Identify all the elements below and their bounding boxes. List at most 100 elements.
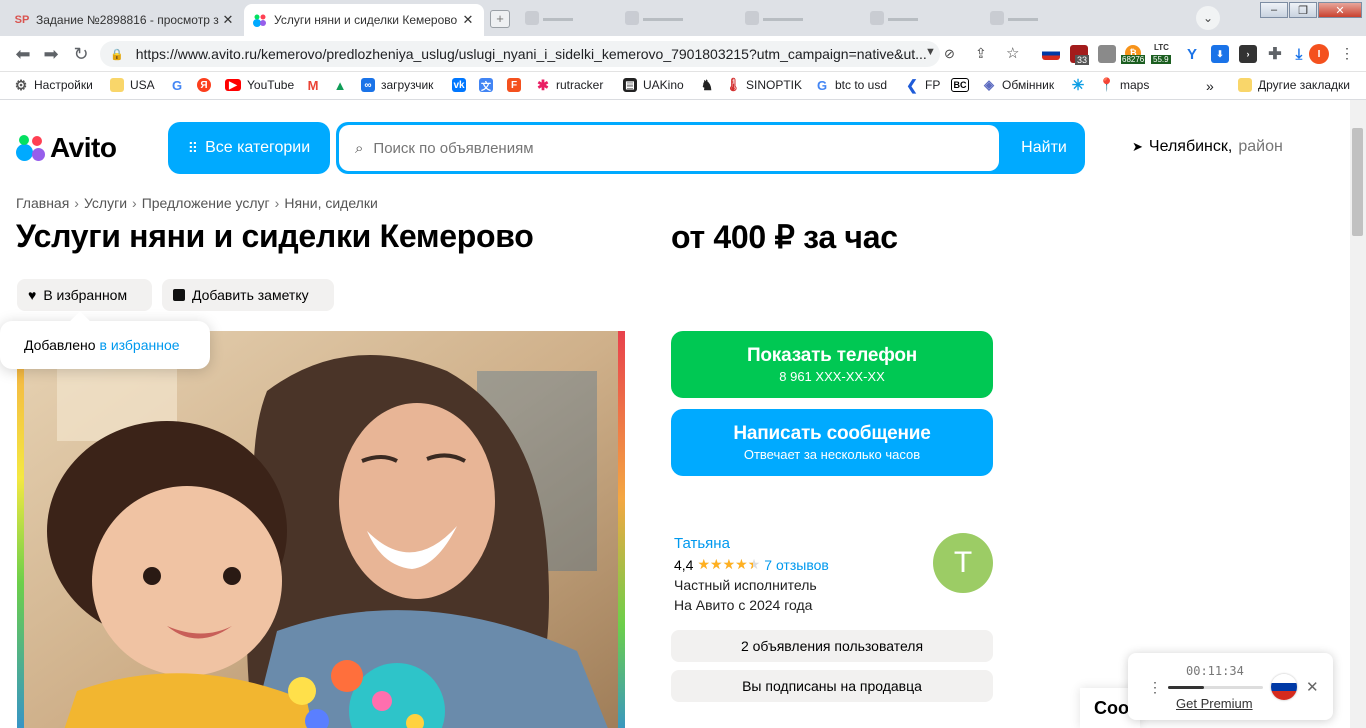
minimize-button[interactable]: – bbox=[1260, 2, 1288, 18]
new-tab-button[interactable]: + bbox=[490, 10, 510, 28]
bookmark-uakino[interactable]: ▤ UAKino bbox=[623, 78, 684, 92]
profile-avatar[interactable]: I bbox=[1309, 44, 1329, 64]
forward-arrow-icon[interactable]: ➡ bbox=[40, 44, 62, 65]
subscribed-to-seller-button[interactable]: Вы подписаны на продавца bbox=[671, 670, 993, 702]
search-input[interactable] bbox=[373, 139, 934, 157]
avito-logo-dots-icon bbox=[16, 134, 46, 162]
bookmark-walmart[interactable]: ✳ bbox=[1071, 77, 1085, 94]
breadcrumb-separator: › bbox=[74, 195, 79, 211]
seller-avatar[interactable]: Т bbox=[933, 533, 993, 593]
breadcrumb: Главная › Услуги › Предложение услуг › Н… bbox=[16, 195, 378, 211]
lock-icon: 🔒 bbox=[110, 48, 124, 61]
bookmark-google[interactable]: G bbox=[170, 78, 184, 93]
y-extension-icon[interactable]: Y bbox=[1183, 45, 1201, 63]
breadcrumb-service-offers[interactable]: Предложение услуг bbox=[142, 195, 270, 211]
rating-value: 4,4 bbox=[674, 556, 694, 573]
search-field[interactable]: ⌕ bbox=[339, 125, 999, 171]
bookmark-rutracker[interactable]: ✱ rutracker bbox=[536, 77, 603, 93]
extensions-puzzle-icon[interactable]: ✚ bbox=[1266, 45, 1284, 63]
maximize-button[interactable]: ❐ bbox=[1289, 2, 1317, 18]
grid-dots-icon: ⠿ bbox=[187, 139, 198, 156]
avito-logo[interactable]: Avito bbox=[16, 132, 117, 164]
bookmarks-bar: ⚙ Настройки USA G Я ▶ YouTube M ▲ ∞ загрузч… bbox=[0, 72, 1366, 100]
search-button[interactable]: Найти bbox=[1004, 125, 1084, 171]
infinity-icon: ∞ bbox=[361, 78, 375, 92]
menu-dots-icon[interactable]: ⋮ bbox=[1340, 45, 1354, 62]
folder-icon bbox=[1238, 78, 1252, 92]
bookmark-vk[interactable]: vk bbox=[452, 78, 466, 92]
seller-rating: 4,4 ★★★★★★★★★★ 7 отзывов bbox=[674, 556, 829, 573]
reload-icon[interactable]: ↻ bbox=[70, 44, 92, 65]
page-scrollbar-thumb[interactable] bbox=[1352, 128, 1363, 236]
breadcrumb-services[interactable]: Услуги bbox=[84, 195, 127, 211]
bookmark-fp[interactable]: ❮ FP bbox=[905, 77, 940, 93]
seller-since: На Авито с 2024 года bbox=[674, 597, 813, 613]
russia-flag-icon[interactable] bbox=[1042, 47, 1060, 60]
gear-icon: ⚙ bbox=[14, 76, 28, 93]
bookmark-youtube[interactable]: ▶ YouTube bbox=[225, 78, 294, 92]
ghost-tab: ▬▬▬ bbox=[525, 9, 573, 27]
russia-flag-icon[interactable] bbox=[1271, 674, 1297, 700]
seller-ads-button[interactable]: 2 объявления пользователя bbox=[671, 630, 993, 662]
bookmark-bc[interactable]: BC bbox=[951, 78, 969, 92]
bookmark-usa[interactable]: USA bbox=[110, 78, 155, 92]
dropdown-icon[interactable]: ▼ bbox=[925, 46, 936, 58]
all-categories-button[interactable]: ⠿ Все категории bbox=[168, 122, 330, 174]
location-selector[interactable]: ➤ Челябинск, район bbox=[1132, 138, 1283, 156]
bookmark-btc-to-usd[interactable]: Gbtc to usd bbox=[815, 78, 887, 93]
breadcrumb-home[interactable]: Главная bbox=[16, 195, 69, 211]
reviews-link[interactable]: 7 отзывов bbox=[764, 557, 829, 573]
bookmark-gmail[interactable]: M bbox=[306, 78, 320, 93]
bookmark-sinoptik[interactable]: 🌡 SINOPTIK bbox=[725, 77, 802, 92]
bookmark-maps[interactable]: 📍 maps bbox=[1099, 77, 1149, 92]
address-bar[interactable]: 🔒 https://www.avito.ru/kemerovo/predlozh… bbox=[100, 41, 940, 67]
favorite-added-tooltip: Добавлено в избранное bbox=[0, 321, 210, 369]
downloads-icon[interactable]: ⤓ bbox=[1290, 45, 1308, 63]
breadcrumb-nannies[interactable]: Няни, сиделки bbox=[284, 195, 377, 211]
youtube-icon: ▶ bbox=[225, 79, 241, 91]
tab-close-icon[interactable]: ✕ bbox=[220, 12, 236, 28]
player-close-icon[interactable]: ✕ bbox=[1306, 678, 1319, 696]
add-note-button[interactable]: Добавить заметку bbox=[162, 279, 334, 311]
tooltip-favorites-link[interactable]: в избранное bbox=[100, 337, 180, 353]
listing-photo[interactable] bbox=[17, 331, 625, 728]
tab-search-icon[interactable]: ⌄ bbox=[1196, 6, 1220, 30]
player-progress-track[interactable] bbox=[1168, 686, 1263, 689]
seller-name-link[interactable]: Татьяна bbox=[674, 535, 730, 552]
back-arrow-icon[interactable]: ⬅ bbox=[12, 44, 34, 65]
briefcase-icon[interactable] bbox=[1098, 45, 1116, 63]
show-phone-button[interactable]: Показать телефон 8 961 XXX-XX-XX bbox=[671, 331, 993, 398]
close-window-button[interactable]: ✕ bbox=[1318, 2, 1362, 18]
bookmark-chess[interactable]: ♞ bbox=[700, 77, 714, 93]
tab-close-icon[interactable]: ✕ bbox=[460, 12, 476, 28]
bookmark-yandex[interactable]: Я bbox=[197, 78, 211, 92]
bookmark-drive[interactable]: ▲ bbox=[333, 78, 347, 93]
bookmark-translate[interactable]: 文 bbox=[479, 78, 493, 93]
bookmark-downloader[interactable]: ∞ загрузчик bbox=[361, 78, 433, 92]
listing-price: от 400 ₽ за час bbox=[671, 219, 898, 255]
camera-blocked-icon[interactable]: ⊘ bbox=[944, 46, 955, 62]
get-premium-link[interactable]: Get Premium bbox=[1176, 696, 1253, 711]
download-box-icon[interactable]: ⬇ bbox=[1211, 45, 1229, 63]
bookmark-exchanger[interactable]: ◈ Обмінник bbox=[982, 77, 1054, 92]
share-icon[interactable]: ⇪ bbox=[975, 45, 987, 62]
bookmark-settings[interactable]: ⚙ Настройки bbox=[14, 76, 93, 93]
player-menu-icon[interactable]: ⋮ bbox=[1148, 679, 1162, 696]
tab-zadanie[interactable]: SP Задание №2898816 - просмотр з ✕ bbox=[6, 4, 244, 36]
tab-avito[interactable]: Услуги няни и сиделки Кемерово ✕ bbox=[244, 4, 484, 36]
btc-price-badge: 68276 bbox=[1121, 55, 1146, 64]
more-bookmarks-button[interactable]: » bbox=[1206, 78, 1214, 94]
write-message-button[interactable]: Написать сообщение Отвечает за несколько… bbox=[671, 409, 993, 476]
folder-icon bbox=[110, 78, 124, 92]
location-city: Челябинск, bbox=[1148, 138, 1233, 155]
translate-icon: 文 bbox=[479, 78, 493, 93]
search-icon: ⌕ bbox=[355, 139, 364, 157]
bookmark-f[interactable]: F bbox=[507, 78, 521, 92]
exchange-icon: ◈ bbox=[984, 77, 994, 92]
favorite-button[interactable]: ♥ В избранном bbox=[17, 279, 152, 311]
note-icon bbox=[173, 289, 185, 301]
terminal-icon[interactable]: › bbox=[1239, 45, 1257, 63]
bookmark-star-icon[interactable]: ☆ bbox=[1006, 44, 1019, 62]
other-bookmarks[interactable]: Другие закладки bbox=[1238, 78, 1350, 92]
breadcrumb-separator: › bbox=[274, 195, 280, 211]
